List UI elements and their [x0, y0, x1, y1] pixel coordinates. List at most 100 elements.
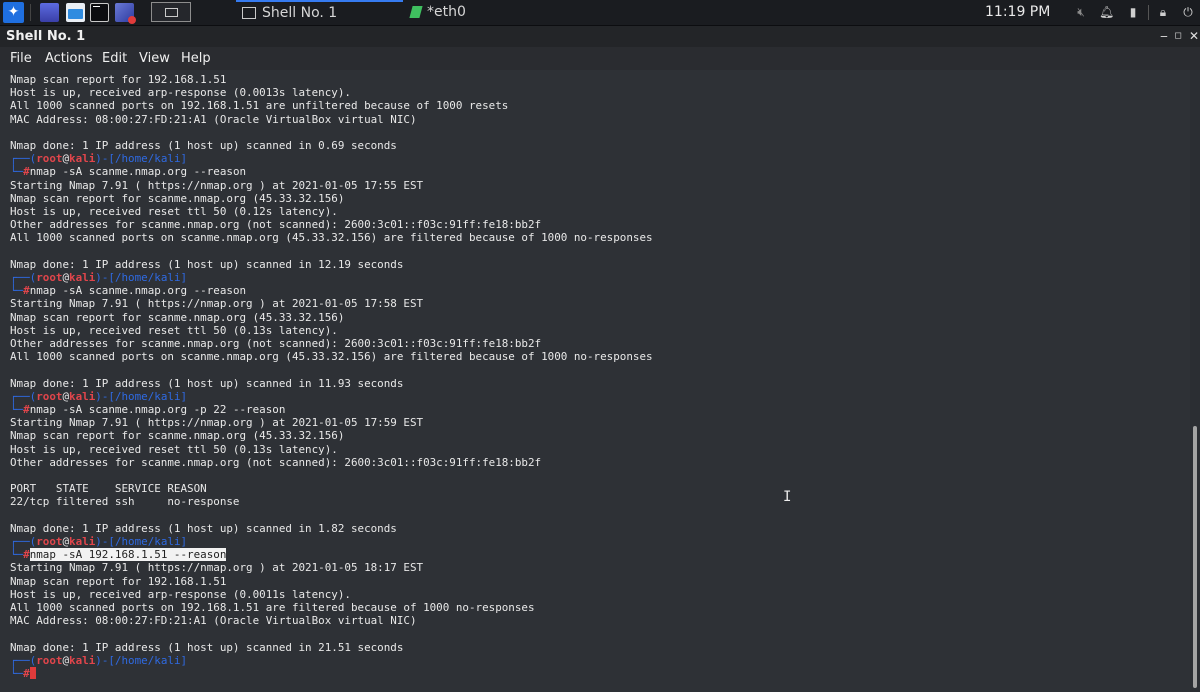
show-desktop-icon[interactable]	[40, 3, 59, 22]
terminal-output-line: MAC Address: 08:00:27:FD:21:A1 (Oracle V…	[10, 614, 417, 628]
terminal-output-line: Nmap scan report for 192.168.1.51	[10, 574, 227, 588]
prompt-bracket: └─	[10, 548, 24, 562]
task-shell-no-1[interactable]: Shell No. 1	[236, 0, 403, 25]
menu-view[interactable]: View	[139, 47, 170, 70]
terminal-output-line: Nmap done: 1 IP address (1 host up) scan…	[10, 521, 397, 535]
prompt-bracket: └─	[10, 284, 24, 298]
terminal-output-line: Nmap done: 1 IP address (1 host up) scan…	[10, 257, 404, 271]
window-title: Shell No. 1	[6, 29, 86, 44]
menu-actions[interactable]: Actions	[45, 47, 93, 70]
prompt-hash: #	[23, 548, 30, 562]
terminal-window-icon	[242, 7, 256, 19]
notification-bell-icon[interactable]: 🔔︎	[1099, 5, 1114, 19]
prompt-bracket: )-[	[95, 152, 115, 166]
prompt-bracket: )-[	[95, 535, 115, 548]
command-line: └─#nmap -sA scanme.nmap.org -p 22 --reas…	[10, 403, 285, 416]
file-manager-icon[interactable]	[66, 3, 85, 22]
prompt-bracket: └─	[10, 165, 24, 179]
text-cursor[interactable]	[29, 667, 36, 679]
terminal-output-line: Starting Nmap 7.91 ( https://nmap.org ) …	[10, 561, 424, 575]
terminal-output-line: Host is up, received reset ttl 50 (0.12s…	[10, 205, 338, 218]
prompt-host: kali	[69, 152, 96, 166]
command-line: └─#nmap -sA 192.168.1.51 --reason	[10, 548, 227, 562]
command-text: nmap -sA scanme.nmap.org --reason	[29, 165, 247, 179]
task-eth0[interactable]: *eth0	[405, 0, 573, 25]
terminal-output[interactable]: Nmap scan report for 192.168.1.51 Host is…	[0, 70, 1190, 692]
menu-edit[interactable]: Edit	[102, 47, 127, 70]
prompt-bracket: ]	[180, 389, 188, 403]
wireshark-icon	[409, 6, 423, 18]
menu-help[interactable]: Help	[181, 47, 211, 70]
terminal-output-line: Nmap done: 1 IP address (1 host up) scan…	[10, 640, 404, 654]
clock[interactable]: 11:19 PM	[985, 0, 1050, 25]
prompt-bracket: )-[	[95, 389, 115, 403]
prompt-bracket: ┌──(	[10, 389, 37, 403]
prompt-user: root	[36, 271, 63, 284]
prompt-dir: /home/kali	[114, 271, 181, 284]
prompt-dir: /home/kali	[114, 389, 181, 403]
prompt-host: kali	[69, 535, 96, 548]
terminal-output-line: All 1000 scanned ports on 192.168.1.51 a…	[10, 601, 535, 614]
terminal-output-line: Other addresses for scanme.nmap.org (not…	[10, 218, 542, 232]
prompt-line: ┌──(root@kali)-[/home/kali]	[10, 654, 187, 667]
prompt-line: ┌──(root@kali)-[/home/kali]	[10, 152, 187, 165]
terminal-output-line: Nmap scan report for scanme.nmap.org (45…	[10, 429, 345, 443]
prompt-bracket: ]	[180, 271, 188, 284]
menu-file[interactable]: File	[10, 47, 32, 70]
prompt-bracket: )-[	[95, 653, 115, 667]
maximize-button[interactable]: ◻	[1170, 26, 1186, 47]
command-line: └─#nmap -sA scanme.nmap.org --reason	[10, 165, 246, 178]
terminal-output-line: Host is up, received arp-response (0.001…	[10, 587, 351, 601]
power-icon[interactable]: ⏻	[1181, 5, 1195, 19]
mouse-ibeam-cursor-icon: I	[783, 489, 792, 505]
taskbar-separator	[30, 4, 31, 21]
menubar: File Actions Edit View Help	[0, 47, 1200, 70]
tray-divider	[1148, 5, 1149, 20]
prompt-dir: /home/kali	[114, 653, 181, 667]
terminal-output-line: Host is up, received reset ttl 50 (0.13s…	[10, 323, 338, 337]
terminal-output-line: Nmap done: 1 IP address (1 host up) scan…	[10, 376, 404, 390]
prompt-bracket: )-[	[95, 271, 115, 284]
command-text: nmap -sA scanme.nmap.org -p 22 --reason	[29, 403, 286, 416]
command-text: nmap -sA 192.168.1.51 --reason	[29, 548, 227, 562]
kali-menu-icon[interactable]: ✦	[3, 2, 24, 23]
prompt-bracket: ]	[180, 152, 188, 166]
taskbar: ✦ Shell No. 1 *eth0 11:19 PM 🔇︎ 🔔︎ ▮ 🔒︎ …	[0, 0, 1200, 26]
terminal-output-line: Nmap scan report for 192.168.1.51	[10, 73, 227, 86]
prompt-bracket: ┌──(	[10, 152, 37, 166]
prompt-dir: /home/kali	[114, 535, 181, 548]
prompt-line: ┌──(root@kali)-[/home/kali]	[10, 271, 187, 284]
terminal-output-line: Host is up, received reset ttl 50 (0.13s…	[10, 442, 338, 456]
prompt-user: root	[36, 535, 63, 548]
terminal-output-line: Starting Nmap 7.91 ( https://nmap.org ) …	[10, 416, 424, 430]
terminal-output-line: MAC Address: 08:00:27:FD:21:A1 (Oracle V…	[10, 112, 417, 126]
scrollbar-thumb[interactable]	[1193, 426, 1197, 688]
prompt-user: root	[36, 389, 63, 403]
command-line: └─#nmap -sA scanme.nmap.org --reason	[10, 284, 246, 297]
terminal-output-line: All 1000 scanned ports on scanme.nmap.or…	[10, 350, 653, 364]
prompt-bracket: ]	[180, 653, 188, 667]
command-text: nmap -sA scanme.nmap.org --reason	[29, 284, 247, 298]
prompt-dir: /home/kali	[114, 152, 181, 166]
task-label: *eth0	[427, 4, 466, 20]
prompt-host: kali	[69, 653, 96, 667]
prompt-bracket: └─	[10, 667, 24, 680]
terminal-icon[interactable]	[90, 3, 109, 22]
task-label: Shell No. 1	[262, 5, 338, 21]
prompt-bracket: ┌──(	[10, 535, 37, 548]
terminal-output-line: Other addresses for scanme.nmap.org (not…	[10, 455, 542, 469]
terminal-output-line: All 1000 scanned ports on 192.168.1.51 a…	[10, 99, 509, 113]
terminal-scrollbar[interactable]	[1190, 70, 1200, 692]
workspace-switcher[interactable]	[151, 2, 191, 22]
burp-suite-icon[interactable]	[115, 3, 136, 24]
prompt-user: root	[36, 653, 63, 667]
battery-icon[interactable]: ▮	[1126, 5, 1140, 19]
prompt-host: kali	[69, 389, 96, 403]
prompt-bracket: ┌──(	[10, 271, 37, 284]
terminal-output-line: Nmap done: 1 IP address (1 host up) scan…	[10, 139, 397, 152]
lock-icon[interactable]: 🔒︎	[1156, 5, 1170, 19]
prompt-bracket: └─	[10, 403, 24, 416]
close-button[interactable]: ✕	[1186, 26, 1200, 47]
volume-icon[interactable]: 🔇︎	[1074, 5, 1088, 19]
prompt-bracket: ]	[180, 535, 188, 548]
